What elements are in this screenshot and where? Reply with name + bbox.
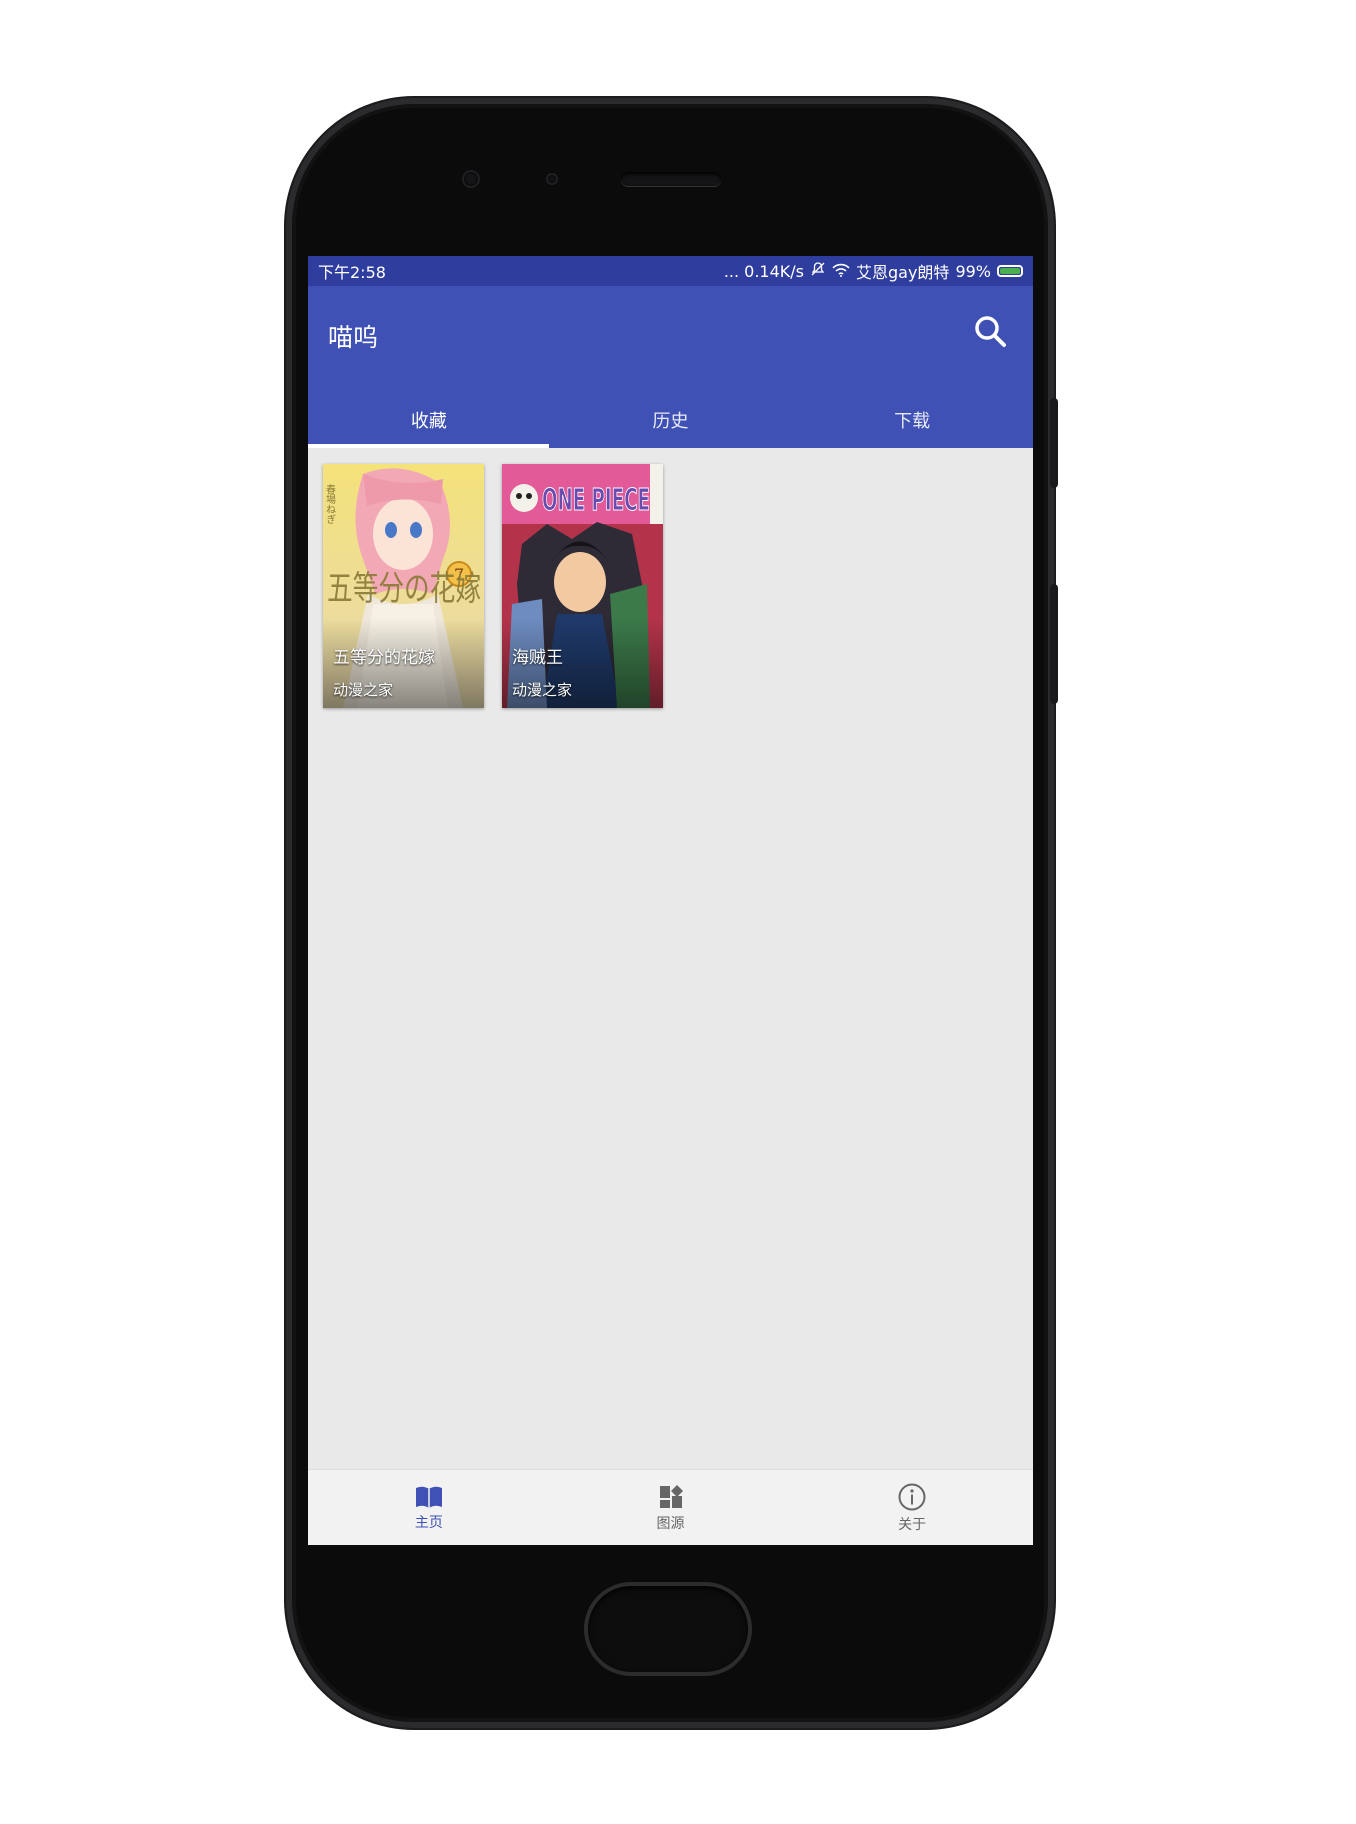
mute-icon [810, 261, 826, 281]
carrier-name: 艾恩gay朗特 [856, 263, 950, 282]
wifi-icon [832, 262, 850, 281]
status-indicators: ... 0.14K/s 艾恩gay朗特 99% [724, 259, 1023, 283]
nav-label: 图源 [656, 1516, 685, 1532]
status-time: 下午2:58 [318, 263, 386, 282]
cover-title-art: 五等分の花嫁 [327, 569, 481, 609]
app-title: 喵呜 [328, 323, 379, 352]
cover-title-art: ONE PIECE [542, 483, 650, 518]
comic-source: 动漫之家 [512, 681, 573, 699]
proximity-sensor [548, 175, 556, 183]
tab-history[interactable]: 历史 [550, 392, 792, 448]
cover-author: 春場ねぎ [324, 484, 336, 524]
comic-card[interactable]: ONE PIECE 海贼王 动漫之家 [502, 464, 663, 708]
app-bar: 喵呜 收藏 历史 下载 [308, 286, 1033, 448]
nav-home[interactable]: 主页 [308, 1470, 550, 1545]
nav-label: 关于 [898, 1517, 927, 1533]
comic-title: 五等分的花嫁 [333, 648, 435, 668]
volume-button [1050, 584, 1058, 704]
earpiece-speaker [621, 172, 721, 186]
network-speed: ... 0.14K/s [723, 261, 804, 281]
tab-label: 下载 [894, 411, 931, 432]
status-bar: 下午2:58 ... 0.14K/s 艾恩gay朗特 99% [308, 256, 1033, 286]
tab-label: 收藏 [410, 411, 447, 432]
front-camera [464, 172, 478, 186]
home-button[interactable] [588, 1586, 748, 1672]
nav-about[interactable]: 关于 [791, 1470, 1033, 1545]
tab-favorites[interactable]: 收藏 [308, 392, 550, 448]
dashboard-icon [659, 1485, 683, 1508]
search-button[interactable] [967, 308, 1015, 356]
power-button [1050, 398, 1058, 488]
nav-sources[interactable]: 图源 [550, 1470, 792, 1545]
tab-downloads[interactable]: 下载 [791, 392, 1033, 448]
bottom-navigation: 主页 图源 关于 [308, 1469, 1033, 1545]
app-screen: 下午2:58 ... 0.14K/s 艾恩gay朗特 99% 喵呜 收藏 历史 … [308, 256, 1033, 1545]
comic-card[interactable]: 7 五等分の花嫁 春場ねぎ 五等分的花嫁 动漫之家 [323, 464, 484, 708]
search-icon [975, 316, 1006, 347]
battery-icon [997, 265, 1023, 277]
comic-title: 海贼王 [512, 648, 563, 668]
tab-label: 历史 [652, 411, 689, 432]
nav-label: 主页 [414, 1515, 443, 1531]
favorites-grid: 7 五等分の花嫁 春場ねぎ 五等分的花嫁 动漫之家 ONE PIECE 海贼王 … [308, 448, 1033, 1478]
book-icon [415, 1486, 442, 1508]
info-icon [898, 1483, 926, 1511]
comic-source: 动漫之家 [333, 681, 394, 699]
battery-percent: 99% [955, 261, 991, 281]
tab-bar: 收藏 历史 下载 [308, 392, 1033, 448]
